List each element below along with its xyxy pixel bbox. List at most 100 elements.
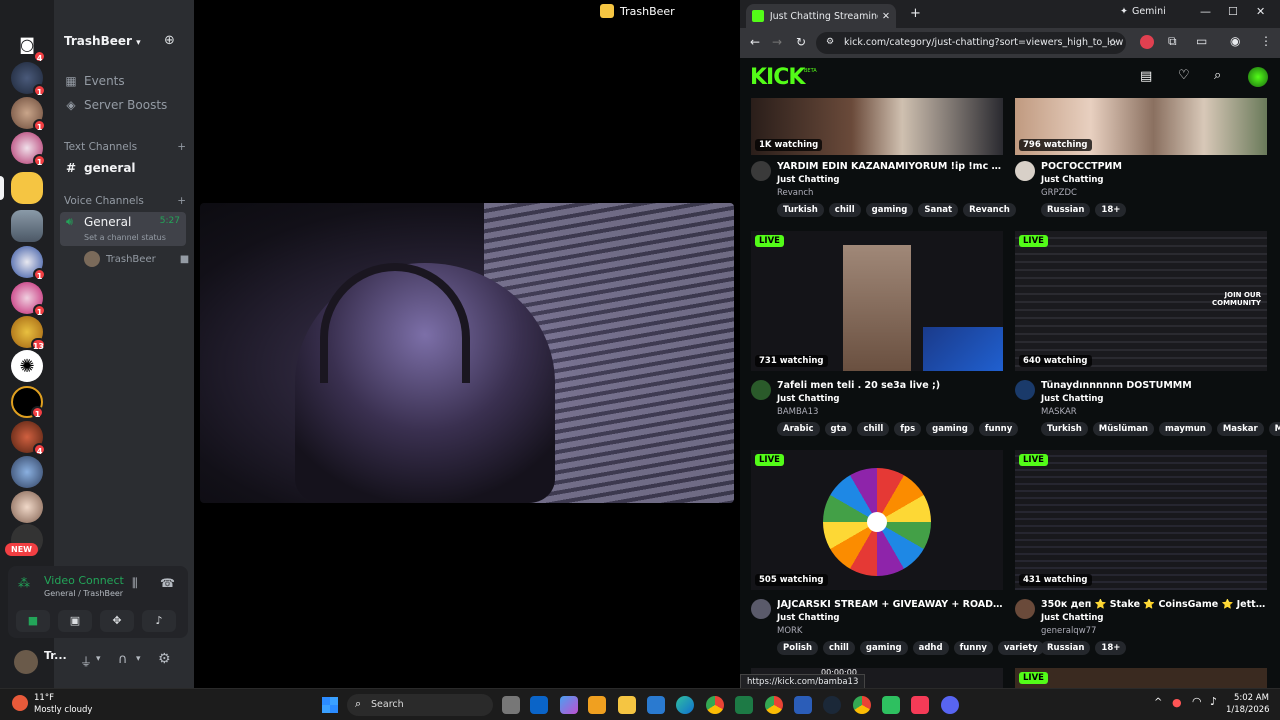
text-channels-header[interactable]: Text Channels + — [64, 141, 186, 153]
stream-category[interactable]: Just Chatting — [1041, 175, 1104, 185]
stream-title[interactable]: 7afeli men teli . 20 se3a live ;) — [777, 380, 1003, 391]
kick-logo[interactable]: KICK — [750, 65, 805, 90]
music-icon[interactable] — [911, 696, 929, 714]
task-view-icon[interactable] — [502, 696, 520, 714]
file-explorer-icon[interactable] — [618, 696, 636, 714]
stream-card[interactable]: 796 watching РОСГОССТРИМ Just Chatting G… — [1015, 98, 1267, 220]
soundboard-button[interactable]: ♪ — [142, 610, 176, 632]
disconnect-icon[interactable]: ☎ — [160, 576, 175, 590]
noise-suppression-icon[interactable]: ⫼ — [132, 576, 138, 591]
taskbar-search[interactable]: ⌕ Search — [347, 694, 493, 716]
search-icon[interactable]: ⌕ — [1214, 68, 1221, 83]
minimize-icon[interactable]: — — [1200, 5, 1211, 18]
tab-kick[interactable]: Just Chatting Streaming - Live S ✕ — [746, 4, 896, 28]
server-icon-5[interactable] — [11, 210, 43, 242]
tag[interactable]: Sanat — [918, 203, 959, 217]
tag[interactable]: funny — [978, 422, 1019, 436]
chevron-down-icon[interactable]: ▾ — [136, 654, 141, 664]
stream-card[interactable]: JOIN OUR COMMUNITY LIVE 640 watching Tün… — [1015, 231, 1280, 441]
stream-card[interactable]: LIVE 505 watching JAJCARSKI STREAM + GIV… — [751, 450, 1044, 660]
volume-icon[interactable]: ♪ — [1210, 695, 1217, 708]
steam-icon[interactable] — [823, 696, 841, 714]
server-icon-7[interactable]: 1 — [11, 282, 46, 317]
server-icon-8[interactable]: 13 — [11, 316, 46, 351]
stream-title[interactable]: РОСГОССТРИМ — [1041, 161, 1267, 172]
heart-icon[interactable]: ♡ — [1178, 68, 1190, 83]
sidepanel-icon[interactable]: ▭ — [1196, 34, 1207, 48]
headphones-icon[interactable]: ∩ — [118, 652, 128, 667]
stream-title[interactable]: 350к деп ⭐ Stake ⭐ CoinsGame ⭐ Jetton ..… — [1041, 599, 1267, 610]
avatar[interactable] — [751, 161, 771, 181]
streamer-name[interactable]: Revanch — [777, 188, 813, 198]
events-item[interactable]: ▦ Events — [62, 70, 186, 92]
gear-icon[interactable]: ⚙ — [158, 651, 171, 667]
tag[interactable]: Mekip — [1268, 422, 1280, 436]
server-name-header[interactable]: TrashBeer ▾ — [64, 34, 141, 48]
voice-member[interactable]: TrashBeer ■ — [84, 251, 189, 267]
tag[interactable]: Polish — [777, 641, 819, 655]
edge-icon[interactable] — [676, 696, 694, 714]
stream-thumbnail[interactable]: JOIN OUR COMMUNITY LIVE 640 watching — [1015, 231, 1267, 371]
streamer-name[interactable]: GRPZDC — [1041, 188, 1077, 198]
outlook-icon[interactable] — [530, 696, 548, 714]
new-badge[interactable]: NEW — [5, 543, 38, 556]
voice-location[interactable]: General / TrashBeer — [44, 589, 123, 598]
server-icon-11[interactable]: 4 — [11, 421, 46, 456]
stream-thumbnail[interactable]: 1K watching — [751, 98, 1003, 155]
clock-date[interactable]: 1/18/2026 — [1226, 705, 1270, 715]
tag[interactable]: Arabic — [777, 422, 820, 436]
tag[interactable]: funny — [953, 641, 993, 655]
reload-icon[interactable]: ↻ — [796, 35, 806, 49]
avatar[interactable] — [1015, 380, 1035, 400]
chrome-profile-icon[interactable] — [765, 696, 783, 714]
wifi-icon[interactable]: ◠ — [1192, 695, 1202, 708]
store-icon[interactable] — [588, 696, 606, 714]
streamer-name[interactable]: MASKAR — [1041, 407, 1077, 417]
tag[interactable]: chill — [828, 203, 861, 217]
user-name[interactable]: Tr... — [44, 649, 67, 662]
extension-icon[interactable] — [1140, 35, 1154, 49]
screen-share-button[interactable]: ▣ — [58, 610, 92, 632]
stream-category[interactable]: Just Chatting — [777, 394, 840, 404]
stream-title[interactable]: Tünaydınnnnnn DOSTUMMM — [1041, 380, 1267, 391]
menu-icon[interactable]: ⋮ — [1260, 34, 1272, 48]
stream-title[interactable]: JAJCARSKI STREAM + GIVEAWAY + ROAD 3K ..… — [777, 599, 1003, 610]
stream-thumbnail[interactable]: LIVE 731 watching — [751, 231, 1003, 371]
stream-thumbnail[interactable]: LIVE — [1015, 668, 1267, 688]
chevron-down-icon[interactable]: ▾ — [96, 654, 101, 664]
excel-icon[interactable] — [735, 696, 753, 714]
url-field[interactable]: ⚙ kick.com/category/just-chatting?sort=v… — [816, 32, 1126, 54]
store-bag-icon[interactable] — [647, 696, 665, 714]
server-icon-trashbeer[interactable] — [11, 172, 43, 204]
server-icon-2[interactable]: 1 — [11, 97, 46, 132]
chatgpt-server-icon[interactable]: ✺ — [11, 350, 43, 382]
server-icon-13[interactable] — [11, 491, 43, 523]
server-icon-3[interactable]: 1 — [11, 132, 46, 167]
site-info-icon[interactable]: ⚙ — [826, 37, 834, 47]
close-window-icon[interactable]: ✕ — [1256, 5, 1265, 18]
tag[interactable]: chill — [857, 422, 890, 436]
voice-status[interactable]: Video Connected — [44, 574, 124, 587]
tag[interactable]: Russian — [1041, 641, 1091, 655]
stream-category[interactable]: Just Chatting — [777, 613, 840, 623]
channel-general[interactable]: # general — [62, 157, 186, 179]
stream-thumbnail[interactable]: LIVE 431 watching — [1015, 450, 1267, 590]
streamer-name[interactable]: MORK — [777, 626, 803, 636]
voice-channel-general[interactable]: 🔊︎ General 5:27 Set a channel status — [60, 212, 186, 246]
profile-icon[interactable]: ◉ — [1230, 34, 1240, 48]
tag[interactable]: gta — [824, 422, 853, 436]
server-icon-1[interactable]: 1 — [11, 62, 46, 97]
puzzle-icon[interactable]: ⧉ — [1168, 34, 1177, 49]
streamer-name[interactable]: generalqw77 — [1041, 626, 1096, 636]
tag[interactable]: 18+ — [1095, 203, 1127, 217]
server-icon-12[interactable] — [11, 456, 43, 488]
stream-category[interactable]: Just Chatting — [1041, 394, 1104, 404]
spotify-like-icon[interactable] — [882, 696, 900, 714]
stream-thumbnail[interactable]: 796 watching — [1015, 98, 1267, 155]
back-icon[interactable]: ← — [750, 35, 760, 49]
tag[interactable]: Turkish — [777, 203, 824, 217]
webcam-video[interactable] — [200, 203, 734, 503]
camera-toggle-button[interactable]: ■ — [16, 610, 50, 632]
stream-card[interactable]: LIVE 731 watching 7afeli men teli . 20 s… — [751, 231, 1019, 441]
stream-card[interactable]: LIVE 431 watching 350к деп ⭐ Stake ⭐ Coi… — [1015, 450, 1267, 660]
